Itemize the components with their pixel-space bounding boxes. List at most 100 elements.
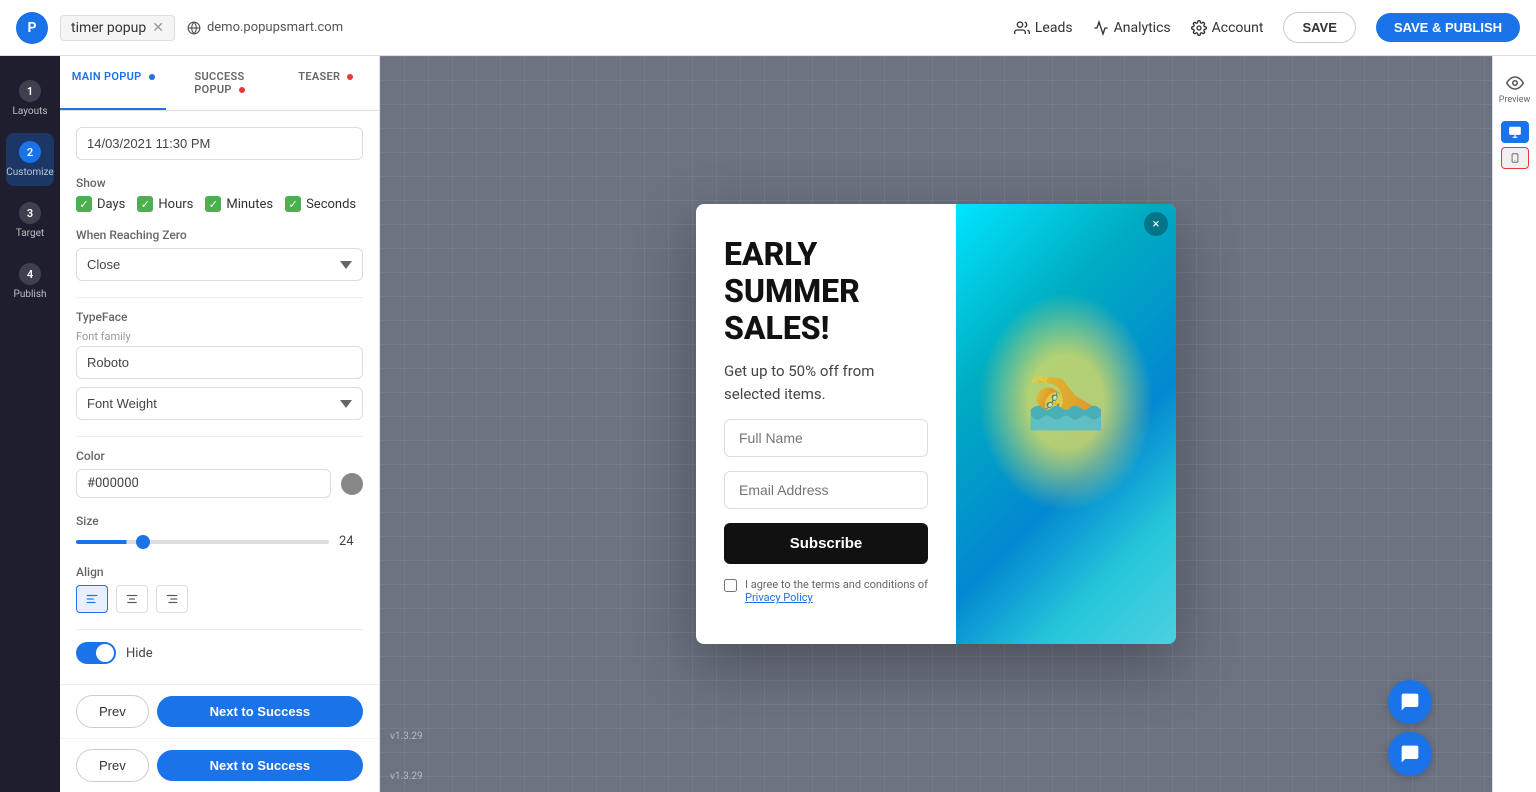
step-3-label: Target	[16, 228, 44, 239]
size-label: Size	[76, 514, 363, 528]
chat-button-2[interactable]	[1388, 732, 1432, 776]
seconds-label: Seconds	[306, 197, 356, 212]
pool-image	[956, 204, 1176, 644]
popup-fullname-input[interactable]	[724, 419, 928, 457]
desktop-icon	[1508, 125, 1522, 139]
prev-button-2[interactable]: Prev	[76, 749, 149, 782]
color-row: #000000	[76, 469, 363, 498]
align-right-button[interactable]	[156, 585, 188, 613]
hours-checkbox[interactable]	[137, 196, 153, 212]
chat-icon-1	[1400, 692, 1420, 712]
show-label: Show	[76, 176, 363, 190]
days-checkbox[interactable]	[76, 196, 92, 212]
main-popup-dot	[149, 74, 155, 80]
leads-icon	[1014, 20, 1030, 36]
popup-subscribe-button[interactable]: Subscribe	[724, 523, 928, 564]
show-minutes: Minutes	[205, 196, 273, 212]
hide-toggle[interactable]	[76, 642, 116, 664]
hide-label: Hide	[126, 646, 153, 661]
color-label: Color	[76, 449, 363, 463]
popup-terms-checkbox[interactable]	[724, 579, 737, 592]
align-center-button[interactable]	[116, 585, 148, 613]
teaser-dot	[347, 74, 353, 80]
next-success-button-2[interactable]: Next to Success	[157, 750, 363, 781]
analytics-icon	[1093, 20, 1109, 36]
tab-success-popup[interactable]: SUCCESS POPUP	[166, 56, 272, 110]
panel-content: Show Days Hours Minutes	[60, 111, 379, 684]
sidebar-item-publish[interactable]: 4 Publish	[6, 255, 54, 308]
hours-label: Hours	[158, 197, 193, 212]
right-panel: Preview	[1492, 56, 1536, 792]
font-weight-select[interactable]: Font Weight	[76, 387, 363, 420]
popup-image-panel	[956, 204, 1176, 644]
datetime-group	[76, 127, 363, 160]
step-3-number: 3	[19, 202, 41, 224]
project-name-field[interactable]: timer popup ✕	[60, 15, 175, 41]
color-group: Color #000000	[76, 449, 363, 498]
footer-row-2: Prev Next to Success	[60, 739, 379, 792]
datetime-input[interactable]	[76, 127, 363, 160]
align-group: Align	[76, 565, 363, 613]
sidebar-item-target[interactable]: 3 Target	[6, 194, 54, 247]
sidebar-item-customize[interactable]: 2 Customize	[6, 133, 54, 186]
show-days: Days	[76, 196, 125, 212]
prev-button-1[interactable]: Prev	[76, 695, 149, 728]
size-group: Size 24	[76, 514, 363, 549]
align-left-button[interactable]	[76, 585, 108, 613]
minutes-checkbox[interactable]	[205, 196, 221, 212]
preview-label: Preview	[1499, 95, 1530, 105]
minutes-label: Minutes	[226, 197, 273, 212]
preview-url: demo.popupsmart.com	[187, 20, 343, 35]
color-swatch[interactable]	[341, 473, 363, 495]
version-label-2: v1.3.29	[390, 771, 423, 782]
step-1-number: 1	[19, 80, 41, 102]
globe-icon	[187, 21, 201, 35]
preview-toggle[interactable]: Preview	[1497, 68, 1533, 111]
when-zero-select[interactable]: Close	[76, 248, 363, 281]
eye-icon	[1506, 74, 1524, 92]
show-seconds: Seconds	[285, 196, 356, 212]
mobile-toggle[interactable]	[1501, 147, 1529, 169]
save-publish-button[interactable]: SAVE & PUBLISH	[1376, 13, 1520, 42]
color-input-box[interactable]: #000000	[76, 469, 331, 498]
mobile-icon	[1510, 151, 1520, 165]
divider-2	[76, 436, 363, 437]
font-family-input[interactable]	[76, 346, 363, 379]
desktop-toggle[interactable]	[1501, 121, 1529, 143]
canvas-area: × EARLY SUMMER SALES! Get up to 50% off …	[380, 56, 1492, 792]
step-2-number: 2	[19, 141, 41, 163]
seconds-checkbox[interactable]	[285, 196, 301, 212]
size-row: 24	[76, 534, 363, 549]
hide-row: Hide	[76, 642, 363, 664]
tab-main-popup[interactable]: MAIN POPUP	[60, 56, 166, 110]
account-link[interactable]: Account	[1191, 20, 1264, 36]
popup-preview: × EARLY SUMMER SALES! Get up to 50% off …	[696, 204, 1176, 644]
next-success-button-1[interactable]: Next to Success	[157, 696, 363, 727]
popup-close-button[interactable]: ×	[1144, 212, 1168, 236]
color-value-text: #000000	[87, 476, 139, 491]
version-label-1: v1.3.29	[390, 731, 423, 742]
popup-terms: I agree to the terms and conditions of P…	[724, 578, 928, 604]
step-4-number: 4	[19, 263, 41, 285]
popup-email-input[interactable]	[724, 471, 928, 509]
size-value: 24	[339, 534, 363, 549]
popup-subtitle: Get up to 50% off from selected items.	[724, 360, 928, 405]
tab-teaser[interactable]: TEASER	[273, 56, 379, 110]
analytics-link[interactable]: Analytics	[1093, 20, 1171, 36]
size-slider[interactable]	[76, 540, 329, 544]
step-2-label: Customize	[6, 167, 53, 178]
align-label: Align	[76, 565, 363, 579]
app-logo[interactable]: P	[16, 12, 48, 44]
chat-icon-2	[1400, 744, 1420, 764]
chat-button-1[interactable]	[1388, 680, 1432, 724]
clear-project-icon[interactable]: ✕	[152, 20, 164, 36]
leads-link[interactable]: Leads	[1014, 20, 1073, 36]
save-button[interactable]: SAVE	[1283, 12, 1355, 43]
privacy-policy-link[interactable]: Privacy Policy	[745, 591, 813, 604]
when-zero-group: When Reaching Zero Close	[76, 228, 363, 281]
popup-title: EARLY SUMMER SALES!	[724, 236, 928, 346]
show-hours: Hours	[137, 196, 193, 212]
divider-3	[76, 629, 363, 630]
sidebar-navigation: 1 Layouts 2 Customize 3 Target 4 Publish	[0, 56, 60, 792]
sidebar-item-layouts[interactable]: 1 Layouts	[6, 72, 54, 125]
